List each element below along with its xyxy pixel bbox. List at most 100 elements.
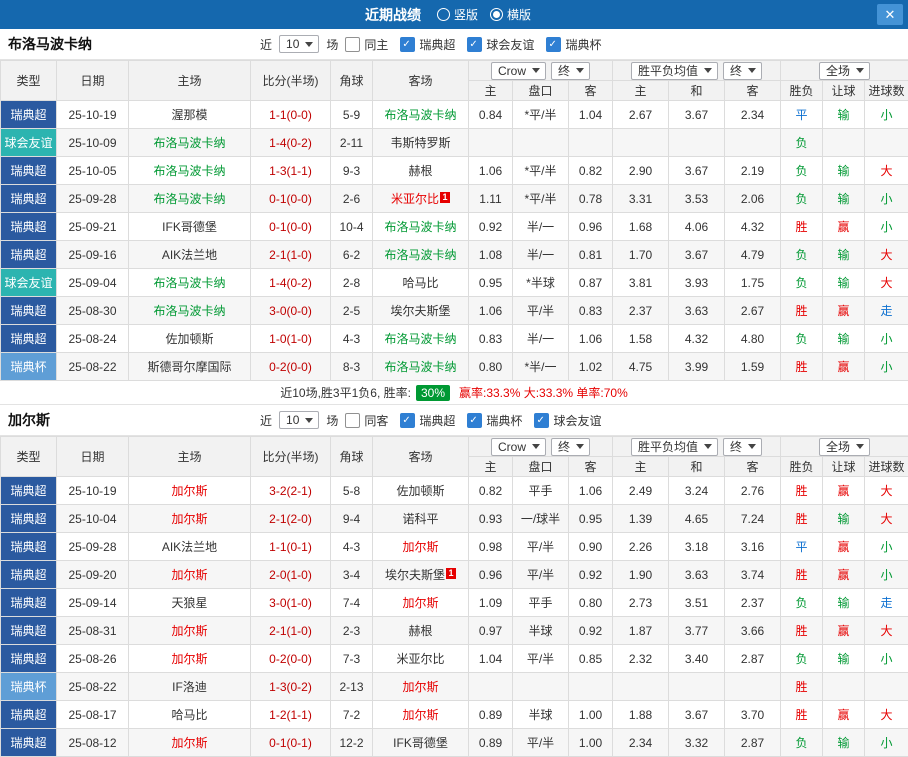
away-team[interactable]: 布洛马波卡纳 <box>384 248 456 262</box>
avg-select[interactable]: 胜平负均值 <box>631 438 718 456</box>
avg-home: 2.90 <box>613 157 669 185</box>
bookmaker-select[interactable]: Crow <box>491 62 546 80</box>
layout-radio-horizontal[interactable]: 横版 <box>490 6 531 23</box>
record-summary: 近10场,胜3平1负6, 胜率: 30% 赢率:33.3% 大:33.3% 单率… <box>0 381 908 405</box>
match-count-select[interactable]: 10 <box>279 35 319 53</box>
filter-checkbox[interactable]: 同客 <box>345 412 388 429</box>
home-team[interactable]: 布洛马波卡纳 <box>153 192 225 206</box>
result-wdl: 胜 <box>781 561 823 589</box>
fullmatch-select[interactable]: 全场 <box>819 62 870 80</box>
home-team[interactable]: 加尔斯 <box>171 484 207 498</box>
fullmatch-select[interactable]: 全场 <box>819 438 870 456</box>
checkbox-icon[interactable] <box>467 413 482 428</box>
checkbox-icon[interactable] <box>546 37 561 52</box>
result-handicap: 赢 <box>823 561 865 589</box>
result-wdl: 胜 <box>781 297 823 325</box>
home-team[interactable]: 天狼星 <box>171 596 207 610</box>
checkbox-label: 同客 <box>364 412 388 429</box>
away-team[interactable]: 赫根 <box>408 624 432 638</box>
odds-final-select[interactable]: 终 <box>551 62 590 80</box>
match-row: 瑞典超25-09-21IFK哥德堡0-1(0-0)10-4布洛马波卡纳0.92半… <box>1 213 908 241</box>
odds-handicap: 半/一 <box>513 325 569 353</box>
odds-away: 0.83 <box>569 297 613 325</box>
away-team[interactable]: 米亚尔比 <box>396 652 444 666</box>
layout-radio-vertical[interactable]: 竖版 <box>437 6 478 23</box>
match-date: 25-08-31 <box>57 617 129 645</box>
away-team[interactable]: 埃尔夫斯堡 <box>390 304 450 318</box>
home-team[interactable]: 哈马比 <box>171 708 207 722</box>
close-button[interactable]: ✕ <box>877 4 903 25</box>
away-team[interactable]: 加尔斯 <box>402 680 438 694</box>
match-count-select[interactable]: 10 <box>279 411 319 429</box>
away-team[interactable]: IFK哥德堡 <box>393 736 448 750</box>
result-wdl: 负 <box>781 729 823 757</box>
bookmaker-select[interactable]: Crow <box>491 438 546 456</box>
odds-handicap: *平/半 <box>513 157 569 185</box>
filter-checkbox[interactable]: 瑞典杯 <box>546 36 601 53</box>
away-team[interactable]: 布洛马波卡纳 <box>384 220 456 234</box>
avg-home: 1.68 <box>613 213 669 241</box>
home-team[interactable]: 加尔斯 <box>171 652 207 666</box>
col-header-away: 客场 <box>373 61 469 101</box>
home-team[interactable]: AIK法兰地 <box>162 248 217 262</box>
score-text: 2-1(1-0) <box>269 624 312 638</box>
away-team[interactable]: 布洛马波卡纳 <box>384 332 456 346</box>
odds-handicap: 平手 <box>513 589 569 617</box>
avg-final-select[interactable]: 终 <box>723 438 762 456</box>
away-team[interactable]: 加尔斯 <box>402 708 438 722</box>
filter-checkbox[interactable]: 球会友谊 <box>467 36 534 53</box>
match-score: 0-1(0-1) <box>251 729 331 757</box>
checkbox-icon[interactable] <box>400 37 415 52</box>
checkbox-icon[interactable] <box>534 413 549 428</box>
home-team[interactable]: IFK哥德堡 <box>162 220 217 234</box>
filter-checkbox[interactable]: 瑞典超 <box>400 412 455 429</box>
result-goals: 大 <box>865 241 908 269</box>
checkbox-icon[interactable] <box>345 37 360 52</box>
home-team[interactable]: 布洛马波卡纳 <box>153 304 225 318</box>
away-team[interactable]: 布洛马波卡纳 <box>384 108 456 122</box>
away-team[interactable]: 佐加顿斯 <box>396 484 444 498</box>
home-team[interactable]: IF洛迪 <box>172 680 207 694</box>
filter-checkbox[interactable]: 球会友谊 <box>534 412 601 429</box>
avg-select[interactable]: 胜平负均值 <box>631 62 718 80</box>
checkbox-icon[interactable] <box>400 413 415 428</box>
away-team[interactable]: 加尔斯 <box>402 596 438 610</box>
home-team[interactable]: 渥那模 <box>171 108 207 122</box>
away-team[interactable]: 诺科平 <box>402 512 438 526</box>
odds-final-select[interactable]: 终 <box>551 438 590 456</box>
away-team[interactable]: 米亚尔比 <box>391 192 439 206</box>
result-handicap: 输 <box>823 589 865 617</box>
filter-checkbox[interactable]: 瑞典超 <box>400 36 455 53</box>
home-team[interactable]: 布洛马波卡纳 <box>153 276 225 290</box>
avg-away: 2.76 <box>725 477 781 505</box>
home-team[interactable]: 加尔斯 <box>171 736 207 750</box>
chevron-down-icon <box>856 444 864 449</box>
home-team[interactable]: 加尔斯 <box>171 624 207 638</box>
filter-checkbox[interactable]: 同主 <box>345 36 388 53</box>
away-team[interactable]: 埃尔夫斯堡 <box>385 568 445 582</box>
home-team-cell: 天狼星 <box>129 589 251 617</box>
avg-final-select[interactable]: 终 <box>723 62 762 80</box>
away-team[interactable]: 韦斯特罗斯 <box>390 136 450 150</box>
avg-home: 2.26 <box>613 533 669 561</box>
home-team[interactable]: 加尔斯 <box>171 512 207 526</box>
away-team[interactable]: 布洛马波卡纳 <box>384 360 456 374</box>
away-team-cell: 韦斯特罗斯 <box>373 129 469 157</box>
home-team[interactable]: 斯德哥尔摩国际 <box>147 360 231 374</box>
filter-checkbox[interactable]: 瑞典杯 <box>467 412 522 429</box>
home-team[interactable]: 佐加顿斯 <box>165 332 213 346</box>
odds-away <box>569 673 613 701</box>
home-team[interactable]: 加尔斯 <box>171 568 207 582</box>
result-wdl: 胜 <box>781 673 823 701</box>
away-team[interactable]: 加尔斯 <box>402 540 438 554</box>
checkbox-icon[interactable] <box>345 413 360 428</box>
away-team[interactable]: 赫根 <box>408 164 432 178</box>
away-team-cell: 加尔斯 <box>373 673 469 701</box>
home-team[interactable]: 布洛马波卡纳 <box>153 164 225 178</box>
result-wdl: 负 <box>781 241 823 269</box>
home-team[interactable]: AIK法兰地 <box>162 540 217 554</box>
home-team[interactable]: 布洛马波卡纳 <box>153 136 225 150</box>
away-team[interactable]: 哈马比 <box>402 276 438 290</box>
match-score: 0-2(0-0) <box>251 353 331 381</box>
checkbox-icon[interactable] <box>467 37 482 52</box>
